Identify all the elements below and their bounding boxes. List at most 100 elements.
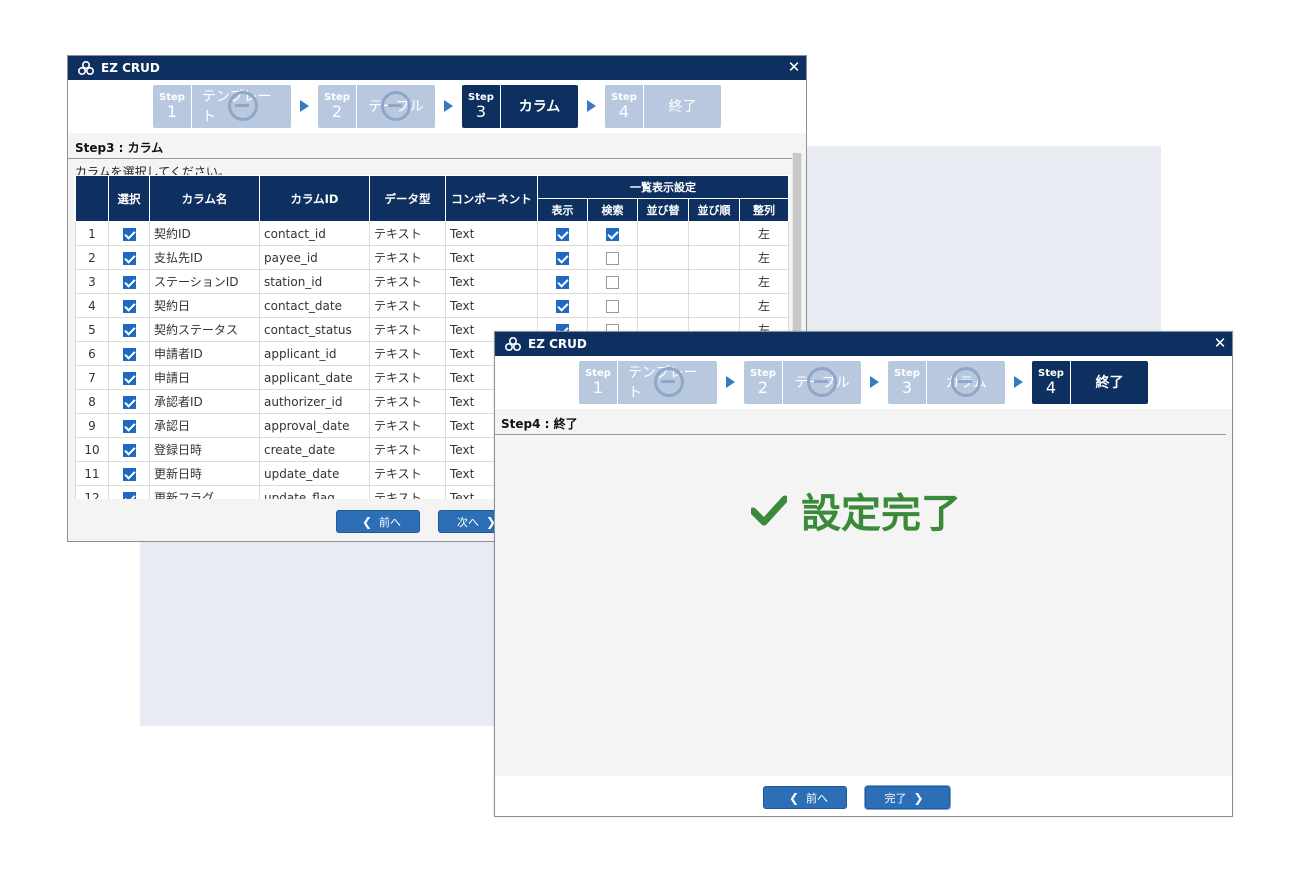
step-label: Step — [1038, 367, 1064, 379]
checkbox[interactable] — [606, 275, 619, 289]
checkbox[interactable] — [122, 347, 136, 361]
prev-button[interactable]: ❮ 前へ — [336, 510, 420, 533]
step-1[interactable]: Step 1 テンプレート — [153, 84, 291, 128]
column-id-cell: contact_status — [259, 317, 370, 342]
close-icon[interactable]: ✕ — [1212, 335, 1228, 351]
column-id-cell: station_id — [259, 269, 370, 294]
column-id-cell: update_date — [259, 461, 370, 486]
checkbox[interactable] — [556, 275, 569, 289]
select-checkbox — [108, 317, 150, 342]
step-num: 1 — [166, 101, 178, 121]
checkbox[interactable] — [606, 251, 619, 265]
header-sort[interactable]: 並び替 — [637, 198, 689, 222]
table-row[interactable]: 2 支払先ID payee_id テキスト Text 左 — [75, 245, 789, 270]
column-id-cell: approval_date — [259, 413, 370, 438]
checkbox[interactable] — [606, 299, 619, 313]
column-name-cell: 承認日 — [149, 413, 260, 438]
checkbox[interactable] — [122, 251, 136, 265]
data-type-cell: テキスト — [369, 221, 446, 246]
column-id-cell: contact_id — [259, 221, 370, 246]
sort-cell — [637, 269, 689, 294]
column-id-cell: create_date — [259, 437, 370, 462]
checkbox[interactable] — [122, 323, 136, 337]
sort-cell — [637, 245, 689, 270]
step-label: Step — [750, 367, 776, 379]
checkbox[interactable] — [122, 227, 136, 241]
step-num: 1 — [592, 377, 604, 397]
header-column-id[interactable]: カラムID — [259, 175, 370, 222]
table-row[interactable]: 4 契約日 contact_date テキスト Text 左 — [75, 293, 789, 318]
sort-order-cell — [688, 245, 740, 270]
row-number: 11 — [75, 461, 109, 486]
section-title: Step4 : 終了 — [495, 409, 1226, 435]
checkbox[interactable] — [122, 443, 136, 457]
checkbox[interactable] — [122, 467, 136, 481]
step-3[interactable]: Step 3 カラム — [462, 84, 578, 128]
column-name-cell: 申請日 — [149, 365, 260, 390]
checkbox[interactable] — [556, 227, 569, 241]
step-1[interactable]: Step 1 テンプレート — [579, 360, 717, 404]
header-align[interactable]: 整列 — [739, 198, 789, 222]
chevron-left-icon: ❮ — [361, 514, 373, 529]
checkbox[interactable] — [556, 251, 569, 265]
header-data-type[interactable]: データ型 — [369, 175, 446, 222]
data-type-cell: テキスト — [369, 269, 446, 294]
step-4[interactable]: Step 4 終了 — [1032, 360, 1148, 404]
step-2[interactable]: Step 2 テーブル — [744, 360, 861, 404]
checkbox[interactable] — [122, 275, 136, 289]
data-type-cell: テキスト — [369, 365, 446, 390]
align-cell: 左 — [739, 245, 789, 270]
select-checkbox — [108, 437, 150, 462]
step-num: 4 — [1045, 377, 1057, 397]
column-id-cell: applicant_date — [259, 365, 370, 390]
checkbox[interactable] — [122, 371, 136, 385]
header-column-name[interactable]: カラム名 — [149, 175, 260, 222]
row-number: 10 — [75, 437, 109, 462]
column-id-cell: applicant_id — [259, 341, 370, 366]
step-3[interactable]: Step 3 カラム — [888, 360, 1005, 404]
step-number: Step 4 — [605, 84, 644, 128]
header-sort-order[interactable]: 並び順 — [688, 198, 740, 222]
column-id-cell: payee_id — [259, 245, 370, 270]
completed-icon — [381, 90, 411, 121]
stage: EZ CRUD ✕ Step 1 テンプレート Step 2 テーブル Step 3 … — [0, 0, 1300, 872]
checkbox[interactable] — [122, 491, 136, 499]
close-icon[interactable]: ✕ — [786, 59, 802, 75]
table-row[interactable]: 3 ステーションID station_id テキスト Text 左 — [75, 269, 789, 294]
column-name-cell: 契約ステータス — [149, 317, 260, 342]
column-name-cell: 更新日時 — [149, 461, 260, 486]
row-number: 9 — [75, 413, 109, 438]
header-search[interactable]: 検索 — [587, 198, 638, 222]
prev-button[interactable]: ❮ 前へ — [763, 786, 847, 809]
step-2[interactable]: Step 2 テーブル — [318, 84, 435, 128]
checkbox[interactable] — [122, 299, 136, 313]
column-name-cell: 契約ID — [149, 221, 260, 246]
search-checkbox — [587, 245, 638, 270]
scrollbar-thumb[interactable] — [793, 153, 801, 343]
step-4[interactable]: Step 4 終了 — [605, 84, 721, 128]
column-name-cell: 登録日時 — [149, 437, 260, 462]
checkbox[interactable] — [122, 395, 136, 409]
arrow-right-icon — [870, 376, 879, 388]
checkbox[interactable] — [122, 419, 136, 433]
component-cell: Text — [445, 269, 538, 294]
arrow-right-icon — [587, 100, 596, 112]
sort-cell — [637, 293, 689, 318]
checkbox[interactable] — [556, 299, 569, 313]
table-row[interactable]: 1 契約ID contact_id テキスト Text 左 — [75, 221, 789, 246]
finish-button[interactable]: 完了 ❯ — [865, 786, 950, 809]
search-checkbox — [587, 269, 638, 294]
chevron-right-icon: ❯ — [913, 790, 924, 805]
checkbox[interactable] — [606, 227, 619, 241]
app-title: EZ CRUD — [528, 337, 587, 351]
finish-label: 完了 — [884, 791, 907, 805]
checkmark-icon — [751, 495, 787, 526]
step-name: 終了 — [668, 99, 697, 115]
column-name-cell: 契約日 — [149, 293, 260, 318]
search-checkbox — [587, 293, 638, 318]
header-select[interactable]: 選択 — [108, 175, 150, 222]
header-display[interactable]: 表示 — [537, 198, 588, 222]
column-name-cell: 承認者ID — [149, 389, 260, 414]
header-row-number — [75, 175, 109, 222]
header-component[interactable]: コンポーネント — [445, 175, 538, 222]
